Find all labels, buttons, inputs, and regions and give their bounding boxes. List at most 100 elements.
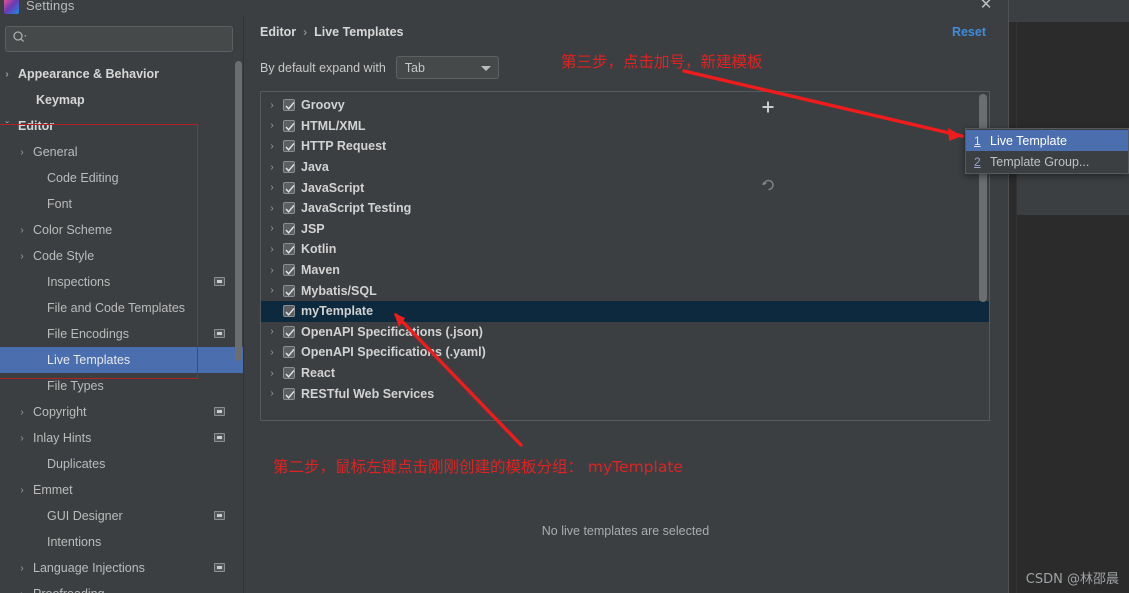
template-group-row[interactable]: myTemplate: [261, 300, 989, 322]
sidebar-item-inlay-hints[interactable]: › Inlay Hints: [0, 425, 243, 451]
sidebar-item-keymap[interactable]: Keymap: [0, 87, 243, 113]
add-template-popup-menu[interactable]: 1 Live Template 2 Template Group...: [965, 128, 1129, 174]
chevron-right-icon[interactable]: ›: [261, 326, 283, 337]
template-group-row[interactable]: › JSP: [261, 219, 989, 240]
chevron-right-icon[interactable]: ›: [15, 145, 29, 159]
close-icon[interactable]: ✕: [973, 0, 999, 16]
revert-icon[interactable]: [755, 172, 781, 198]
template-group-row[interactable]: › Maven: [261, 260, 989, 281]
reset-link[interactable]: Reset: [952, 25, 986, 39]
template-group-row[interactable]: › HTML/XML: [261, 116, 989, 137]
template-group-row[interactable]: › JavaScript Testing: [261, 198, 989, 219]
template-group-row[interactable]: › Mybatis/SQL: [261, 280, 989, 301]
chevron-right-icon[interactable]: ›: [0, 67, 14, 81]
sidebar-item-general[interactable]: › General: [0, 139, 243, 165]
template-group-row[interactable]: › React: [261, 363, 989, 384]
chevron-right-icon[interactable]: ›: [15, 223, 29, 237]
sidebar-item-font[interactable]: Font: [0, 191, 243, 217]
popup-menu-mnemonic: 2: [974, 154, 981, 169]
template-group-row[interactable]: › OpenAPI Specifications (.yaml): [261, 342, 989, 363]
template-group-row[interactable]: › Kotlin: [261, 239, 989, 260]
chevron-right-icon[interactable]: ›: [261, 265, 283, 276]
expand-with-select[interactable]: Tab: [395, 56, 499, 79]
sidebar-scrollbar-thumb[interactable]: [235, 61, 242, 361]
chevron-down-icon[interactable]: ˇ: [0, 119, 14, 133]
template-group-checkbox[interactable]: [283, 140, 295, 153]
sidebar-item-file-types[interactable]: File Types: [0, 373, 243, 399]
sidebar-item-language-injections[interactable]: › Language Injections: [0, 555, 243, 581]
template-group-checkbox[interactable]: [283, 387, 295, 400]
sidebar-item-appearance-behavior[interactable]: › Appearance & Behavior: [0, 61, 243, 87]
template-group-checkbox[interactable]: [283, 325, 295, 338]
template-groups-list[interactable]: › Groovy › HTML/XML › HTTP Request › Java › JavaS…: [261, 92, 989, 420]
backdrop-divider-2: [1016, 22, 1017, 593]
chevron-right-icon[interactable]: ›: [15, 249, 29, 263]
breadcrumb: Editor › Live Templates: [260, 25, 404, 39]
sidebar-item-label: General: [33, 144, 78, 159]
chevron-right-icon[interactable]: ›: [15, 561, 29, 575]
chevron-right-icon[interactable]: ›: [261, 388, 283, 399]
sidebar-item-editor[interactable]: ˇ Editor: [0, 113, 243, 139]
chevron-right-icon[interactable]: ›: [261, 120, 283, 131]
chevron-right-icon[interactable]: ›: [15, 587, 29, 593]
settings-category-tree[interactable]: › Appearance & Behavior Keymap ˇ Editor › Gene…: [0, 61, 243, 593]
popup-menu-item[interactable]: 1 Live Template: [966, 130, 1128, 151]
chevron-right-icon[interactable]: ›: [15, 431, 29, 445]
sidebar-item-copyright[interactable]: › Copyright: [0, 399, 243, 425]
sidebar-item-duplicates[interactable]: Duplicates: [0, 451, 243, 477]
sidebar-item-code-style[interactable]: › Code Style: [0, 243, 243, 269]
chevron-right-icon[interactable]: ›: [261, 141, 283, 152]
search-box[interactable]: [5, 26, 233, 52]
chevron-right-icon[interactable]: ›: [261, 182, 283, 193]
template-group-checkbox[interactable]: [283, 284, 295, 297]
chevron-right-icon[interactable]: ›: [261, 162, 283, 173]
chevron-right-icon[interactable]: ›: [261, 244, 283, 255]
template-group-checkbox[interactable]: [283, 367, 295, 380]
template-group-row[interactable]: › RESTful Web Services: [261, 383, 989, 404]
template-group-label: RESTful Web Services: [301, 386, 435, 401]
add-template-button[interactable]: [755, 94, 781, 120]
chevron-right-icon[interactable]: ›: [15, 405, 29, 419]
sidebar-item-inspections[interactable]: Inspections: [0, 269, 243, 295]
template-group-row[interactable]: › JavaScript: [261, 177, 989, 198]
breadcrumb-parent[interactable]: Editor: [260, 25, 296, 39]
template-groups-listbox[interactable]: › Groovy › HTML/XML › HTTP Request › Java › JavaS…: [260, 91, 990, 421]
template-group-row[interactable]: › Java: [261, 157, 989, 178]
template-list-toolbar: [755, 94, 795, 224]
settings-scope-badge-icon: [214, 433, 225, 442]
template-list-scrollbar-thumb[interactable]: [979, 94, 987, 302]
sidebar-item-intentions[interactable]: Intentions: [0, 529, 243, 555]
sidebar-item-color-scheme[interactable]: › Color Scheme: [0, 217, 243, 243]
chevron-right-icon[interactable]: ›: [261, 368, 283, 379]
chevron-right-icon[interactable]: ›: [261, 203, 283, 214]
sidebar-item-file-encodings[interactable]: File Encodings: [0, 321, 243, 347]
sidebar-item-file-and-code-templates[interactable]: File and Code Templates: [0, 295, 243, 321]
chevron-right-icon[interactable]: ›: [261, 223, 283, 234]
template-group-checkbox[interactable]: [283, 222, 295, 235]
template-group-checkbox[interactable]: [283, 119, 295, 132]
template-group-checkbox[interactable]: [283, 346, 295, 359]
sidebar-item-label: GUI Designer: [47, 508, 123, 523]
template-group-row[interactable]: › OpenAPI Specifications (.json): [261, 322, 989, 343]
template-group-row[interactable]: › Groovy: [261, 95, 989, 116]
sidebar-item-gui-designer[interactable]: GUI Designer: [0, 503, 243, 529]
popup-menu-item[interactable]: 2 Template Group...: [966, 151, 1128, 172]
template-group-checkbox[interactable]: [283, 264, 295, 277]
sidebar-item-proofreading[interactable]: › Proofreading: [0, 581, 243, 593]
chevron-right-icon[interactable]: ›: [261, 100, 283, 111]
chevron-right-icon[interactable]: ›: [15, 483, 29, 497]
template-group-checkbox[interactable]: [283, 243, 295, 256]
template-group-checkbox[interactable]: [283, 202, 295, 215]
sidebar-item-emmet[interactable]: › Emmet: [0, 477, 243, 503]
template-group-checkbox[interactable]: [283, 161, 295, 174]
template-group-checkbox[interactable]: [283, 181, 295, 194]
template-group-checkbox[interactable]: [283, 305, 295, 318]
chevron-right-icon[interactable]: ›: [261, 285, 283, 296]
search-input[interactable]: [30, 32, 232, 46]
template-group-row[interactable]: › HTTP Request: [261, 136, 989, 157]
sidebar-item-code-editing[interactable]: Code Editing: [0, 165, 243, 191]
chevron-right-icon[interactable]: ›: [261, 347, 283, 358]
template-group-checkbox[interactable]: [283, 99, 295, 112]
sidebar-item-live-templates[interactable]: Live Templates: [0, 347, 243, 373]
